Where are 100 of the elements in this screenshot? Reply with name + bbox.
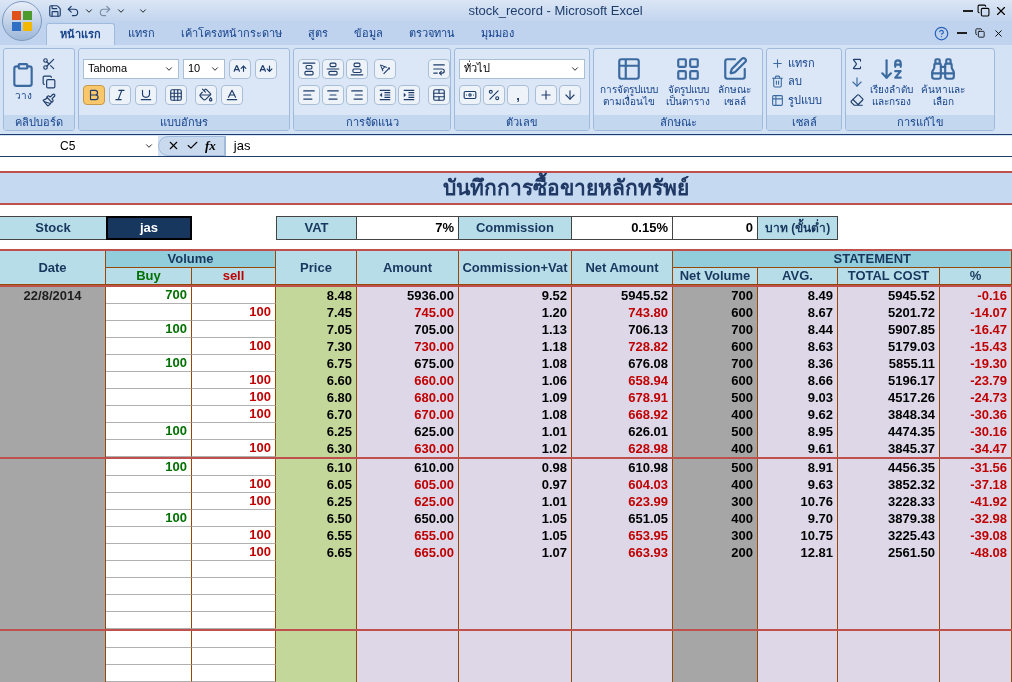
close-icon xyxy=(993,27,1004,39)
paste-button[interactable]: วาง xyxy=(8,61,38,102)
styles-button[interactable]: ลักษณะ เซลล์ xyxy=(716,55,753,108)
insert-function-button[interactable]: fx xyxy=(205,135,216,156)
align-center-button[interactable] xyxy=(322,84,344,105)
decrease-indent-icon xyxy=(378,87,392,102)
align-left-button[interactable] xyxy=(298,84,320,105)
number-format-field[interactable]: ทั่วไป xyxy=(459,58,585,79)
name-box[interactable]: C5 xyxy=(0,135,158,156)
clipboard-icon xyxy=(10,61,36,88)
formula-field[interactable]: jas xyxy=(224,135,1012,156)
column-header: Amount xyxy=(357,251,459,285)
binoculars-icon xyxy=(930,55,956,82)
group-label: คลิปบอร์ด xyxy=(4,114,74,130)
ribbon-tab[interactable]: เค้าโครงหน้ากระดาษ xyxy=(168,22,295,45)
decrease-decimal-button[interactable] xyxy=(559,84,581,105)
percent-button[interactable] xyxy=(483,84,505,105)
font-color-button[interactable] xyxy=(221,84,243,105)
table-cell: 8.49 xyxy=(758,287,838,304)
editing-button[interactable]: เรียงลำดับ และกรอง xyxy=(868,55,915,108)
comma-style-button[interactable]: , xyxy=(507,84,529,105)
orientation-button[interactable] xyxy=(374,58,396,79)
eraser-icon xyxy=(850,92,864,107)
sheet-title: บันทึกการซื้อขายหลักทรัพย์ xyxy=(443,172,689,204)
column-header: Volume xyxy=(106,251,276,268)
table-cell: -0.16 xyxy=(940,287,1012,304)
plus-icon xyxy=(771,56,784,70)
table-icon xyxy=(616,55,642,82)
save-icon xyxy=(48,3,62,18)
increase-decimal-button[interactable] xyxy=(535,84,557,105)
wrap-text-icon xyxy=(432,61,446,76)
table-icon xyxy=(771,93,784,107)
copy-icon xyxy=(42,74,56,89)
table-cell: 610.00 xyxy=(357,459,459,476)
table-cell: 4456.35 xyxy=(838,459,940,476)
align-bottom-button[interactable] xyxy=(346,58,368,79)
decrease-indent-button[interactable] xyxy=(374,84,396,105)
restore-icon xyxy=(975,28,985,39)
bold-button[interactable] xyxy=(83,84,105,105)
align-bottom-icon xyxy=(350,61,364,76)
redo-icon xyxy=(98,3,112,18)
font-name-field[interactable]: Tahoma xyxy=(83,58,179,79)
underline-button[interactable] xyxy=(135,84,157,105)
font-size-field[interactable]: 10 xyxy=(183,58,225,79)
sum-icon xyxy=(850,56,864,71)
styles-button[interactable]: จัดรูปแบบ เป็นตาราง xyxy=(664,55,712,108)
commission-label: Commission xyxy=(459,216,572,240)
shrink-font-icon[interactable] xyxy=(255,58,277,79)
align-right-button[interactable] xyxy=(346,84,368,105)
office-button[interactable] xyxy=(2,1,42,41)
ribbon-tab[interactable]: แทรก xyxy=(115,22,168,45)
group-label: เซลล์ xyxy=(767,114,841,130)
ribbon-tab[interactable]: มุมมอง xyxy=(468,22,527,45)
column-header: STATEMENT xyxy=(673,251,1012,268)
minimize-icon[interactable] xyxy=(963,9,973,12)
ribbon-tab[interactable]: ตรวจทาน xyxy=(396,22,468,45)
restore-icon xyxy=(977,4,990,18)
styles-button[interactable]: การจัดรูปแบบ ตามเงื่อนไข xyxy=(598,55,660,108)
table-cell: 5945.52 xyxy=(572,287,673,304)
undo-icon xyxy=(66,3,80,18)
ribbon-tab[interactable]: ข้อมูล xyxy=(341,22,396,45)
table-cell: 100 xyxy=(106,459,192,476)
increase-indent-button[interactable] xyxy=(398,84,420,105)
vat-label: VAT xyxy=(276,216,357,240)
table-cell: 9.52 xyxy=(459,287,572,304)
editing-button[interactable]: ค้นหาและ เลือก xyxy=(919,55,967,108)
minimize-icon[interactable] xyxy=(957,32,967,35)
stock-label: Stock xyxy=(0,216,106,240)
currency-button[interactable] xyxy=(459,84,481,105)
ribbon-tab[interactable]: หน้าแรก xyxy=(46,22,115,45)
grid-icon xyxy=(675,55,701,82)
increase-decimal-icon xyxy=(539,87,553,102)
table-cell: 8.91 xyxy=(758,459,838,476)
italic-button[interactable] xyxy=(109,84,131,105)
table-cell: 8.48 xyxy=(276,287,357,304)
vat-value: 7% xyxy=(357,216,459,240)
underline-icon xyxy=(139,87,153,102)
table-cell: 0.98 xyxy=(459,459,572,476)
merge-cells-button[interactable] xyxy=(428,84,450,105)
align-top-button[interactable] xyxy=(298,58,320,79)
column-header: Commission+Vat xyxy=(459,251,572,285)
borders-button[interactable] xyxy=(165,84,187,105)
align-middle-button[interactable] xyxy=(322,58,344,79)
cells-button[interactable]: รูปแบบ xyxy=(771,91,822,109)
ribbon-tab[interactable]: สูตร xyxy=(295,22,341,45)
wrap-text-button[interactable] xyxy=(428,58,450,79)
decrease-decimal-icon xyxy=(563,87,577,102)
pen-icon xyxy=(721,55,748,82)
borders-icon xyxy=(169,87,183,102)
grow-font-icon[interactable] xyxy=(229,58,251,79)
percent-icon xyxy=(487,87,501,102)
window-title: stock_record - Microsoft Excel xyxy=(467,1,644,20)
office-logo-icon xyxy=(11,10,33,32)
table-cell: 5945.52 xyxy=(838,287,940,304)
font-color-icon xyxy=(225,87,239,102)
cells-button[interactable]: ลบ xyxy=(771,73,822,90)
cells-button[interactable]: แทรก xyxy=(771,54,822,72)
fill-color-button[interactable] xyxy=(195,84,217,105)
stock-field[interactable]: jas xyxy=(106,216,192,240)
group-label: แบบอักษร xyxy=(79,114,289,130)
